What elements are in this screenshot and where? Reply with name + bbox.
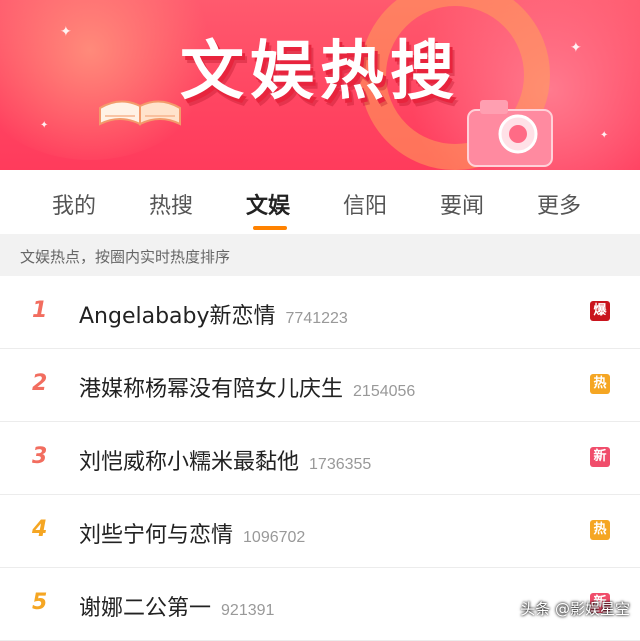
sparkle-icon: ✦ [40, 120, 49, 131]
sparkle-icon: ✦ [570, 40, 582, 56]
list-item[interactable]: 1 Angelababy新恋情 7741223 爆 [0, 276, 640, 349]
rank-number: 3 [32, 444, 48, 469]
list-item[interactable]: 3 刘恺威称小糯米最黏他 1736355 新 [0, 422, 640, 495]
heat-count: 1736355 [309, 456, 372, 473]
active-tab-indicator [253, 226, 287, 230]
topic-link[interactable]: 刘恺威称小糯米最黏他 1736355 [79, 444, 371, 476]
rank-number: 5 [32, 590, 48, 615]
hot-search-list: 1 Angelababy新恋情 7741223 爆 2 港媒称杨幂没有陪女儿庆生 2… [0, 276, 640, 641]
list-item[interactable]: 4 刘些宁何与恋情 1096702 热 [0, 495, 640, 568]
heat-count: 7741223 [285, 310, 348, 327]
list-item[interactable]: 2 港媒称杨幂没有陪女儿庆生 2154056 热 [0, 349, 640, 422]
tab-entertainment[interactable]: 文娱 [246, 188, 290, 220]
tab-more[interactable]: 更多 [537, 188, 581, 220]
category-tab-bar: 我的 热搜 文娱 信阳 要闻 更多 [0, 170, 640, 234]
subheader-text: 文娱热点，按圈内实时热度排序 [20, 248, 231, 266]
topic-title: Angelababy新恋情 [79, 304, 276, 329]
list-subheader: 文娱热点，按圈内实时热度排序 [0, 234, 640, 276]
tab-xinyang[interactable]: 信阳 [343, 188, 387, 220]
topic-title: 刘些宁何与恋情 [79, 523, 234, 548]
badge-explosive: 爆 [590, 301, 610, 321]
sparkle-icon: ✦ [600, 130, 609, 141]
badge-hot: 热 [590, 374, 610, 394]
rank-number: 2 [32, 371, 48, 396]
topic-title: 港媒称杨幂没有陪女儿庆生 [79, 377, 344, 402]
topic-link[interactable]: Angelababy新恋情 7741223 [79, 298, 348, 330]
banner-title: 文娱热搜 [180, 35, 460, 109]
badge-new: 新 [590, 447, 610, 467]
watermark: 头条 @影娱星空 [520, 600, 630, 618]
heat-count: 921391 [221, 602, 275, 619]
rank-number: 1 [32, 298, 48, 323]
hot-search-banner: ✦ ✦ ✦ ✦ 文娱热搜 [0, 0, 640, 170]
heat-count: 1096702 [243, 529, 306, 546]
topic-link[interactable]: 港媒称杨幂没有陪女儿庆生 2154056 [79, 371, 415, 403]
sparkle-icon: ✦ [60, 24, 72, 40]
topic-link[interactable]: 刘些宁何与恋情 1096702 [79, 517, 305, 549]
topic-title: 谢娜二公第一 [79, 596, 212, 621]
tab-mine[interactable]: 我的 [52, 188, 96, 220]
badge-hot: 热 [590, 520, 610, 540]
heat-count: 2154056 [353, 383, 416, 400]
tab-hot-search[interactable]: 热搜 [149, 188, 193, 220]
topic-title: 刘恺威称小糯米最黏他 [79, 450, 300, 475]
tab-news[interactable]: 要闻 [440, 188, 484, 220]
rank-number: 4 [32, 517, 48, 542]
topic-link[interactable]: 谢娜二公第一 921391 [79, 590, 274, 622]
